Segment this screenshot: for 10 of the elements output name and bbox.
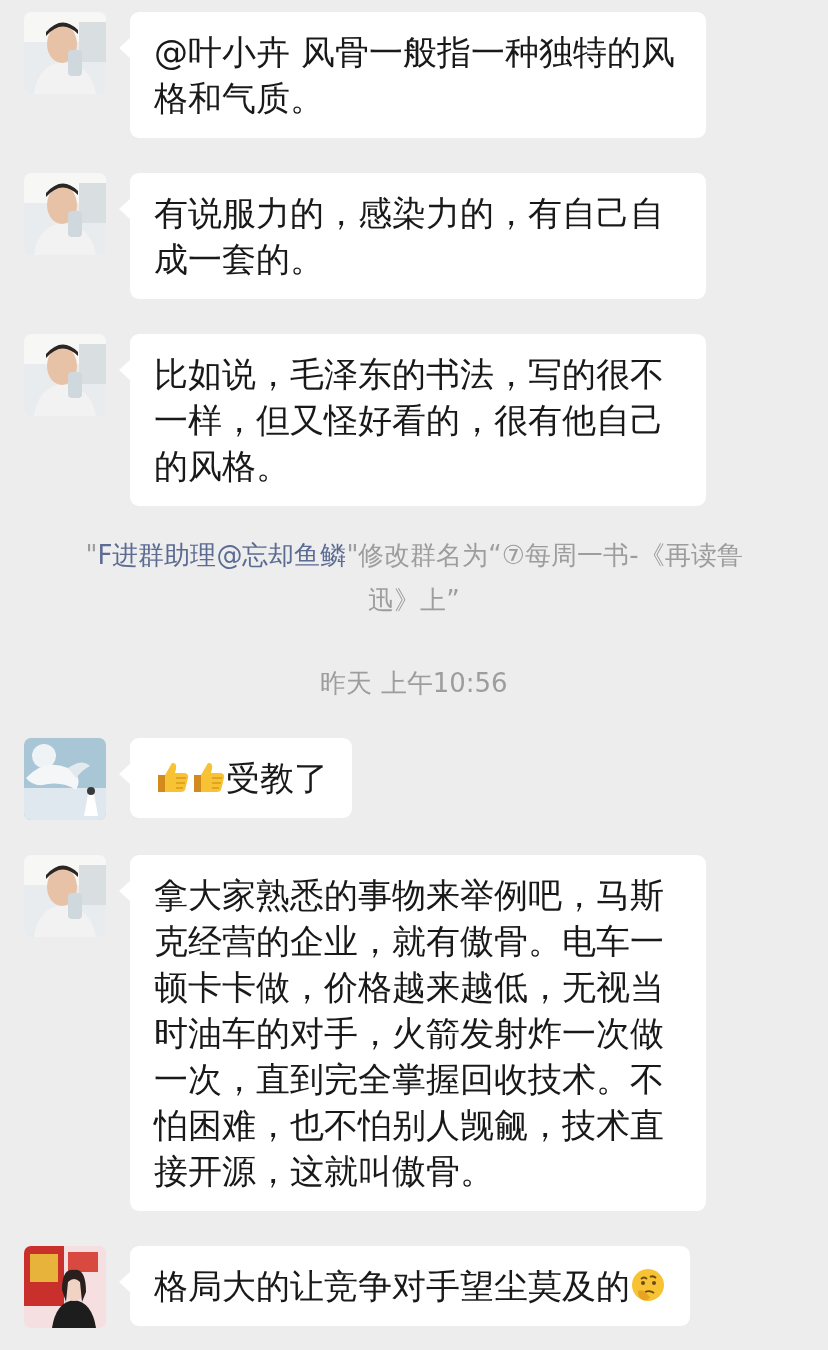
message-text: 受教了 bbox=[226, 758, 328, 798]
message-text: @叶小卉 风骨一般指一种独特的风格和气质。 bbox=[154, 32, 675, 118]
member-link[interactable]: F进群助理@忘却鱼鳞 bbox=[97, 540, 347, 570]
message-text: 拿大家熟悉的事物来举例吧，马斯克经营的企业，就有傲骨。电车一顿卡卡做，价格越来越低，无视当时油车的对手，火箭发射炸一次做一次，直到完全掌握回收技术。不怕困难，也不怕别人觊觎，技术直接开源，这就叫傲骨。 bbox=[154, 875, 664, 1191]
message-text: 比如说，毛泽东的书法，写的很不一样，但又怪好看的，很有他自己的风格。 bbox=[154, 354, 664, 486]
group-rename-notice: "F进群助理@忘却鱼鳞"修改群名为“⑦每周一书-《再读鲁迅》上” bbox=[85, 539, 743, 617]
timestamp: 昨天 上午10:56 bbox=[320, 667, 508, 700]
message-text: 格局大的让竞争对手望尘莫及的 bbox=[154, 1266, 630, 1306]
message-text: 有说服力的，感染力的，有自己自成一套的。 bbox=[154, 193, 664, 279]
thinking-face-icon bbox=[630, 1267, 666, 1303]
